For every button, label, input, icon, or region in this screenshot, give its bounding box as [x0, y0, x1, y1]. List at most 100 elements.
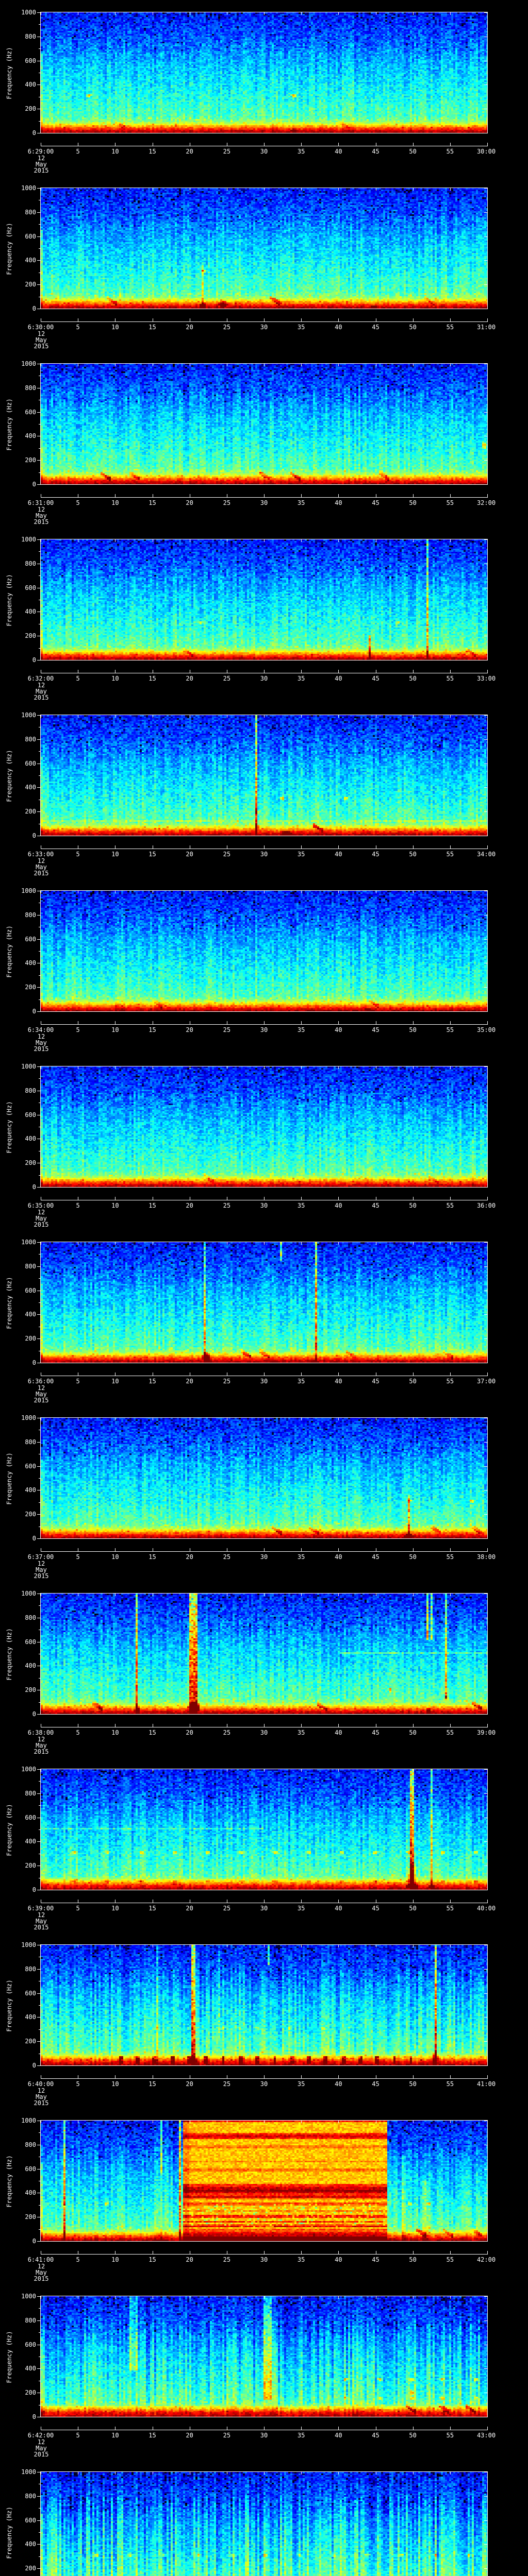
x-top-tick	[115, 539, 116, 542]
date-line: 2015	[34, 870, 49, 877]
x-top-tick	[487, 188, 488, 191]
x-tick-label: 45	[372, 1729, 380, 1736]
x-top-tick	[487, 539, 488, 542]
y-tick-label: 0	[32, 2062, 36, 2069]
date-label: 12 May 2015	[26, 682, 57, 701]
x-major-tick	[412, 845, 414, 849]
x-tick-label: 5	[76, 1202, 80, 1209]
x-tick-label: 40	[335, 851, 342, 858]
date-line: 2015	[34, 1397, 49, 1404]
date-line: 2015	[34, 343, 49, 350]
y-minor-tick	[39, 1605, 40, 1606]
x-top-tick	[264, 2472, 265, 2475]
x-tick-label: 15	[148, 499, 156, 506]
x-top-tick	[487, 1066, 488, 1069]
x-top-tick	[487, 2296, 488, 2299]
x-major-tick	[450, 670, 451, 673]
y-tick-label: 1000	[21, 1941, 36, 1948]
spectrogram-panel: Frequency (Hz) 0 200 400 600 800 1000 5 10 15 20…	[0, 1230, 528, 1405]
y-minor-tick	[39, 1702, 40, 1703]
x-tick-label: 40	[335, 2256, 342, 2263]
y-tick-label: 1000	[21, 1414, 36, 1421]
x-top-tick	[450, 1945, 451, 1947]
y-tick-label: 800	[25, 208, 36, 216]
y-tick-label: 800	[25, 560, 36, 567]
x-tick-label: 15	[148, 1202, 156, 1209]
y-major-tick	[37, 2496, 40, 2497]
x-major-tick	[301, 143, 302, 146]
x-major-tick	[301, 1548, 302, 1551]
y-tick-label: 600	[25, 584, 36, 591]
x-tick-label: 50	[409, 1202, 417, 1209]
date-label: 12 May 2015	[26, 1561, 57, 1579]
y-tick-label: 800	[25, 384, 36, 392]
x-tick-label: 30	[260, 1378, 268, 1385]
x-major-tick	[301, 2075, 302, 2078]
x-major-tick	[115, 318, 116, 321]
x-tick-label: 25	[223, 2080, 231, 2088]
y-tick-label: 600	[25, 1111, 36, 1118]
y-minor-tick	[39, 1502, 40, 1503]
y-minor-tick	[39, 1302, 40, 1303]
x-tick-label: 50	[409, 1905, 417, 1912]
x-major-tick	[264, 494, 265, 497]
y-minor-tick	[39, 2556, 40, 2557]
x-top-tick	[487, 1945, 488, 1947]
x-tick-label: 25	[223, 1378, 231, 1385]
date-label: 12 May 2015	[26, 1912, 57, 1930]
date-line: 2015	[34, 518, 49, 526]
y-minor-tick	[39, 2532, 40, 2533]
plot-border	[40, 715, 488, 836]
date-line: 2015	[34, 167, 49, 174]
y-axis-title: Frequency (Hz)	[6, 2506, 13, 2559]
x-tick-label: 30	[260, 1553, 268, 1561]
y-minor-tick	[39, 1254, 40, 1255]
x-tick-label: 5	[76, 2432, 80, 2439]
x-top-tick	[412, 1945, 414, 1947]
x-top-tick	[450, 1769, 451, 1772]
y-tick-label: 0	[32, 832, 36, 839]
y-major-tick	[37, 412, 40, 413]
x-top-tick	[115, 364, 116, 366]
y-tick-label: 200	[25, 1335, 36, 1343]
x-tick-label: 30	[260, 2432, 268, 2439]
x-major-tick	[301, 494, 302, 497]
y-right-tick	[484, 236, 487, 237]
y-tick-label: 1000	[21, 1239, 36, 1246]
spectrogram-stack: Frequency (Hz) 0 200 400 600 800 1000 5 10 15 20…	[0, 0, 528, 2576]
x-tick-label: 15	[148, 851, 156, 858]
y-right-tick	[484, 1538, 487, 1539]
x-tick-label: 5	[76, 1378, 80, 1385]
x-tick-label: 40	[335, 1553, 342, 1561]
y-tick-label: 1000	[21, 887, 36, 894]
y-tick-label: 1000	[21, 1766, 36, 1773]
y-major-tick	[37, 739, 40, 740]
x-top-tick	[115, 1066, 116, 1069]
x-top-tick	[487, 715, 488, 718]
x-tick-label: 5	[76, 1729, 80, 1736]
spectrogram-panel: Frequency (Hz) 0 200 400 600 800 1000 5 10 15 20…	[0, 2108, 528, 2284]
x-major-tick	[115, 1197, 116, 1200]
x-tick-label: 50	[409, 851, 417, 858]
x-major-tick	[301, 845, 302, 849]
y-minor-tick	[39, 951, 40, 952]
x-tick-label: 40	[335, 2080, 342, 2088]
end-time-label: 42:00	[476, 2256, 496, 2263]
y-right-tick	[484, 1993, 487, 1994]
x-top-tick	[264, 1066, 265, 1069]
y-tick-label: 1000	[21, 711, 36, 719]
y-major-tick	[37, 188, 40, 189]
x-tick-label: 15	[148, 1729, 156, 1736]
end-time-label: 39:00	[476, 1729, 496, 1736]
x-top-tick	[301, 1418, 302, 1420]
y-major-tick	[37, 2568, 40, 2569]
x-major-tick	[412, 670, 414, 673]
y-tick-label: 1000	[21, 9, 36, 16]
y-minor-tick	[39, 1781, 40, 1782]
x-tick-label: 10	[111, 1026, 119, 1033]
date-label: 12 May 2015	[26, 155, 57, 174]
x-major-tick	[487, 1548, 488, 1551]
y-major-tick	[37, 787, 40, 788]
x-tick-label: 25	[223, 148, 231, 155]
x-tick-label: 35	[297, 1905, 305, 1912]
